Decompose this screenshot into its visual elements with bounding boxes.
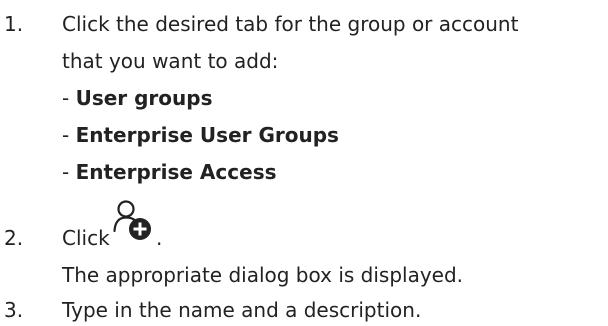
option-item: - Enterprise User Groups xyxy=(62,119,339,151)
option-label-enterprise-access: Enterprise Access xyxy=(75,160,277,184)
add-user-icon xyxy=(113,198,155,244)
step-text-prefix: Click xyxy=(62,226,110,250)
step-number: 2. xyxy=(4,226,24,250)
option-item: - User groups xyxy=(62,82,213,114)
step-result-text: The appropriate dialog box is displayed. xyxy=(62,263,464,287)
option-label-enterprise-user-groups: Enterprise User Groups xyxy=(75,123,339,147)
option-dash: - xyxy=(62,86,76,110)
step-text: Click the desired tab for the group or a… xyxy=(62,12,519,36)
option-dash: - xyxy=(62,123,76,147)
option-item: - Enterprise Access xyxy=(62,156,277,188)
step-text: Type in the name and a description. xyxy=(62,298,422,322)
option-label-user-groups: User groups xyxy=(75,86,213,110)
option-dash: - xyxy=(62,160,76,184)
step-number: 3. xyxy=(4,298,24,322)
step-text-continued: that you want to add: xyxy=(62,49,279,73)
step-number: 1. xyxy=(4,12,24,36)
step-text-suffix: . xyxy=(156,226,163,250)
